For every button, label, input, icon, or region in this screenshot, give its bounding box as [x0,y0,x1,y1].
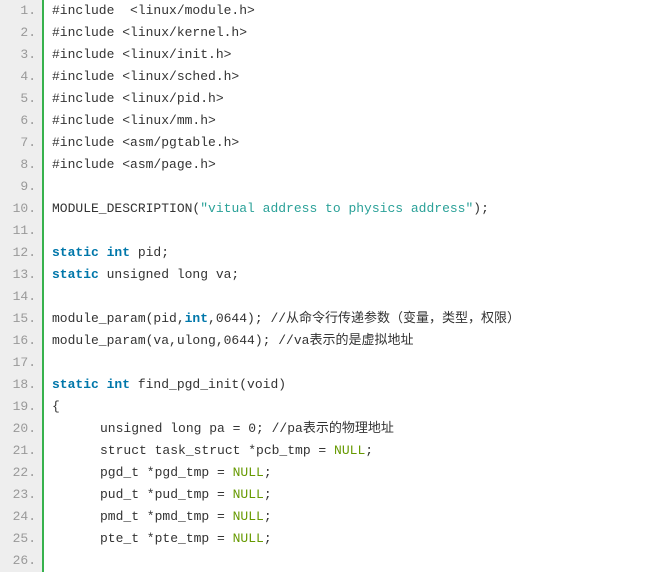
code-token [52,289,60,304]
code-token: #include <linux/sched.h> [52,69,239,84]
line-number: 1. [0,0,36,22]
code-line: #include <linux/init.h> [52,44,661,66]
code-token: find_pgd_init(void) [130,377,286,392]
code-token: #include <linux/mm.h> [52,113,216,128]
code-token: ,0644); //从命令行传递参数（变量，类型，权限） [208,311,520,326]
code-token: static int [52,377,130,392]
code-token [52,553,60,568]
code-line: static int pid; [52,242,661,264]
code-line: static unsigned long va; [52,264,661,286]
code-token: #include <linux/module.h> [52,3,255,18]
code-line [52,220,661,242]
code-token: static [52,267,99,282]
line-number: 3. [0,44,36,66]
code-line: #include <linux/pid.h> [52,88,661,110]
code-token: ; [264,509,272,524]
code-token: pmd_t *pmd_tmp = [100,509,233,524]
code-token: unsigned long va; [99,267,239,282]
code-token: NULL [233,509,264,524]
line-number: 18. [0,374,36,396]
code-line: #include <linux/sched.h> [52,66,661,88]
code-token: #include <asm/page.h> [52,157,216,172]
code-area[interactable]: #include <linux/module.h> #include <linux… [44,0,661,572]
code-token: pte_t *pte_tmp = [100,531,233,546]
line-number: 17. [0,352,36,374]
code-token: struct task_struct *pcb_tmp = [100,443,334,458]
line-number: 25. [0,528,36,550]
code-token: #include <linux/kernel.h> [52,25,247,40]
code-token: pgd_t *pgd_tmp = [100,465,233,480]
code-token: #include <linux/init.h> [52,47,231,62]
code-line [52,352,661,374]
code-token: unsigned long pa = 0; //pa表示的物理地址 [100,421,394,436]
line-number: 6. [0,110,36,132]
code-line: unsigned long pa = 0; //pa表示的物理地址 [52,418,661,440]
line-number: 16. [0,330,36,352]
line-number: 4. [0,66,36,88]
line-number: 21. [0,440,36,462]
code-token: ; [264,531,272,546]
code-line: #include <asm/page.h> [52,154,661,176]
line-number: 12. [0,242,36,264]
code-token: #include <asm/pgtable.h> [52,135,239,150]
line-number: 10. [0,198,36,220]
line-number: 26. [0,550,36,572]
line-number: 24. [0,506,36,528]
code-line [52,176,661,198]
code-token: ; [365,443,373,458]
line-number: 23. [0,484,36,506]
code-line: #include <linux/module.h> [52,0,661,22]
code-token: int [185,311,208,326]
code-line: pud_t *pud_tmp = NULL; [52,484,661,506]
code-line: static int find_pgd_init(void) [52,374,661,396]
code-token: NULL [233,465,264,480]
code-token [52,355,60,370]
code-line [52,286,661,308]
code-token: pud_t *pud_tmp = [100,487,233,502]
code-line: module_param(pid,int,0644); //从命令行传递参数（变… [52,308,661,330]
line-number: 15. [0,308,36,330]
line-number: 7. [0,132,36,154]
code-line: { [52,396,661,418]
line-number: 22. [0,462,36,484]
code-token [52,223,60,238]
code-token: MODULE_DESCRIPTION( [52,201,200,216]
code-token: ; [264,487,272,502]
code-token: ; [264,465,272,480]
code-line: module_param(va,ulong,0644); //va表示的是虚拟地… [52,330,661,352]
line-number: 19. [0,396,36,418]
code-token: module_param(va,ulong,0644); //va表示的是虚拟地… [52,333,413,348]
code-line: pgd_t *pgd_tmp = NULL; [52,462,661,484]
line-number: 14. [0,286,36,308]
code-token: pid; [130,245,169,260]
line-number-gutter: 1.2.3.4.5.6.7.8.9.10.11.12.13.14.15.16.1… [0,0,44,572]
code-line: #include <asm/pgtable.h> [52,132,661,154]
code-token: { [52,399,60,414]
code-line: #include <linux/mm.h> [52,110,661,132]
code-line: #include <linux/kernel.h> [52,22,661,44]
code-token [52,179,60,194]
code-line [52,550,661,572]
code-token: ); [473,201,489,216]
line-number: 20. [0,418,36,440]
code-token: #include <linux/pid.h> [52,91,224,106]
line-number: 11. [0,220,36,242]
line-number: 13. [0,264,36,286]
code-token: module_param(pid, [52,311,185,326]
code-token: static int [52,245,130,260]
code-token: NULL [334,443,365,458]
line-number: 8. [0,154,36,176]
code-line: struct task_struct *pcb_tmp = NULL; [52,440,661,462]
line-number: 5. [0,88,36,110]
line-number: 9. [0,176,36,198]
code-token: NULL [233,487,264,502]
code-line: MODULE_DESCRIPTION("vitual address to ph… [52,198,661,220]
code-token: NULL [233,531,264,546]
code-line: pte_t *pte_tmp = NULL; [52,528,661,550]
code-editor: 1.2.3.4.5.6.7.8.9.10.11.12.13.14.15.16.1… [0,0,661,572]
code-token: "vitual address to physics address" [200,201,473,216]
line-number: 2. [0,22,36,44]
code-line: pmd_t *pmd_tmp = NULL; [52,506,661,528]
